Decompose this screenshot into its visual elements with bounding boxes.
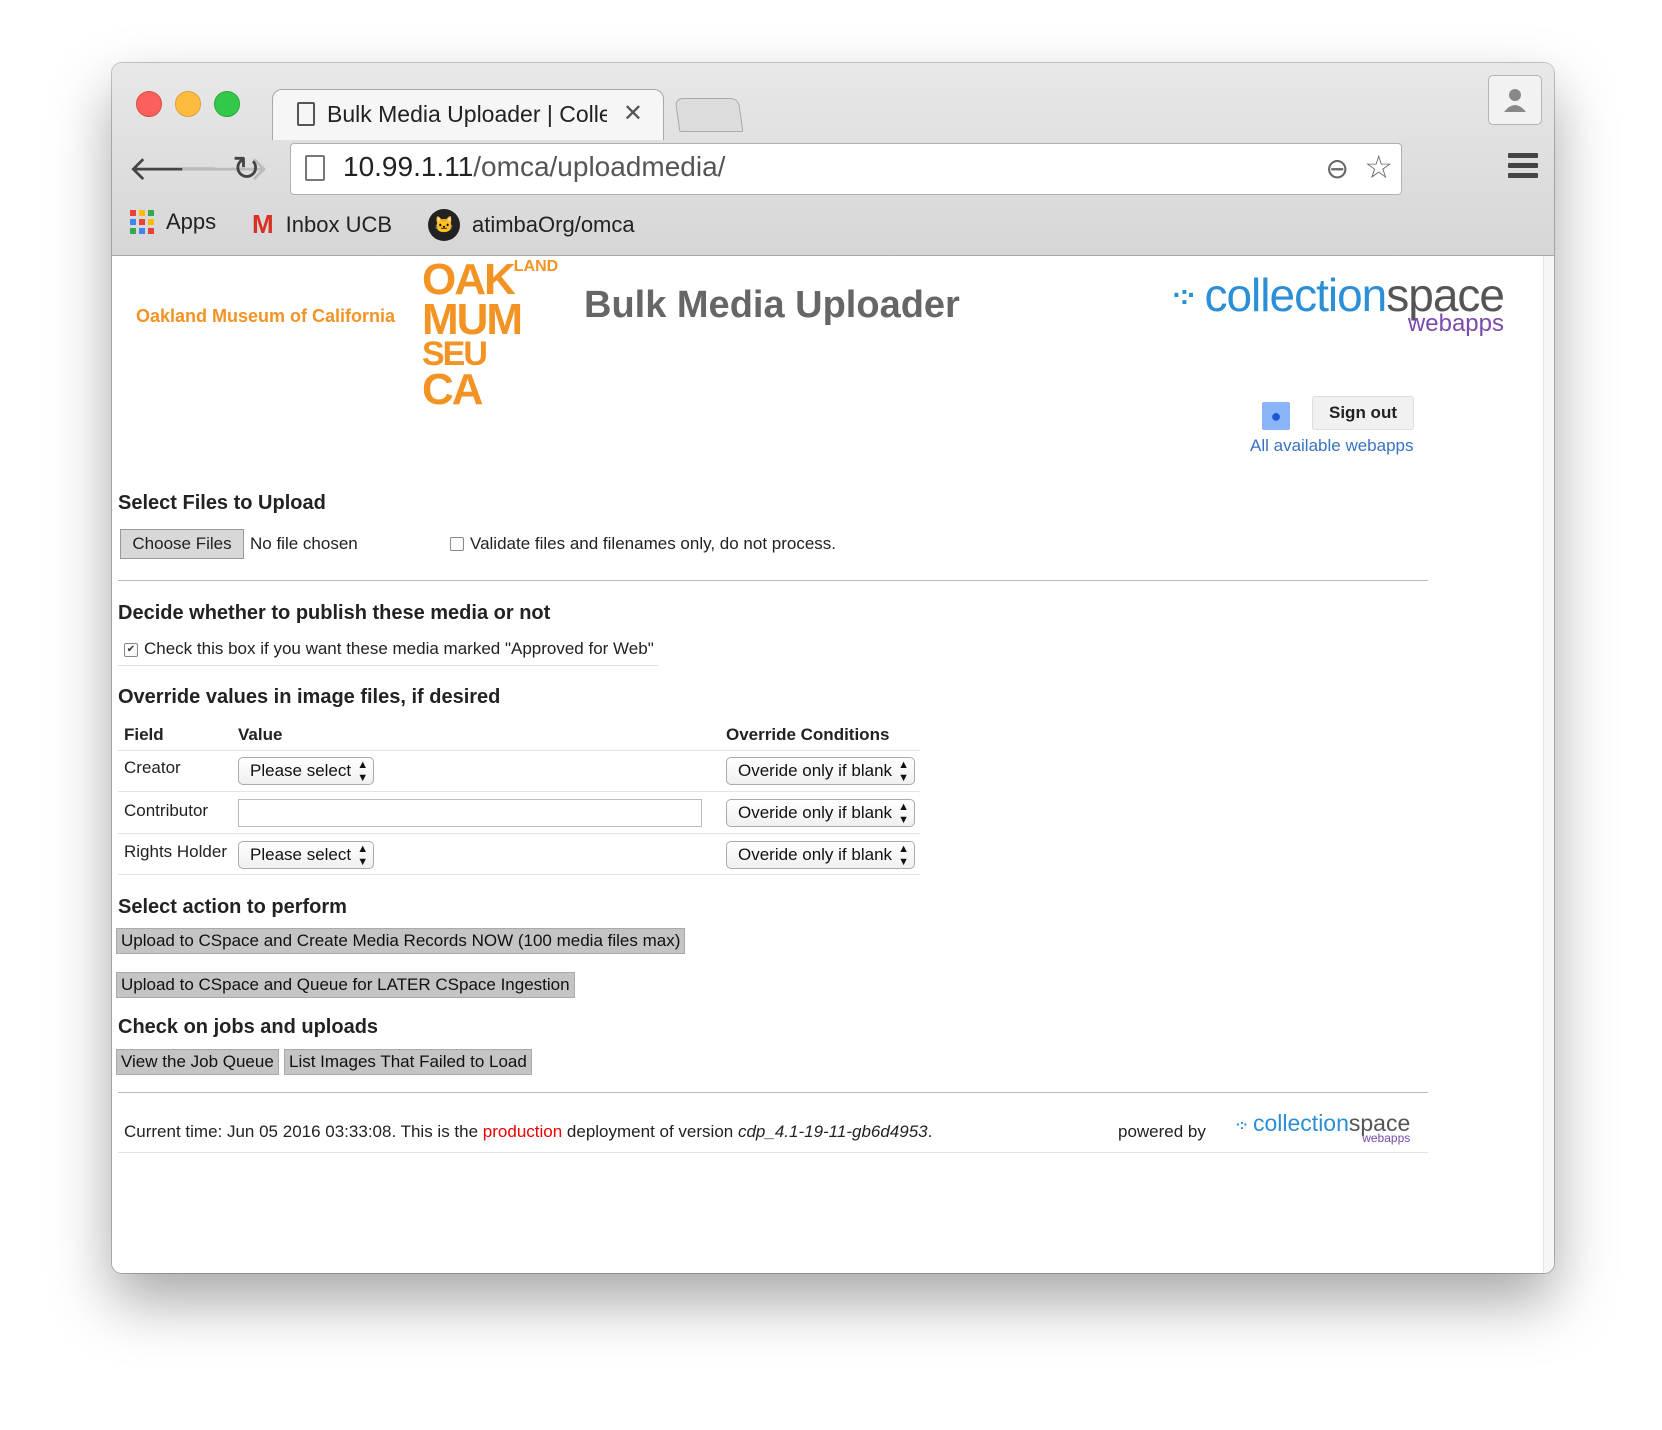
rights-holder-value-select[interactable]: Please select ▲ ▼ <box>238 841 375 869</box>
column-header-field: Field <box>124 725 164 744</box>
row-divider <box>118 791 920 792</box>
rights-holder-condition-select[interactable]: Overide only if blank ▲ ▼ <box>726 841 916 869</box>
cs-dots-icon: ·:· <box>1172 279 1196 310</box>
browser-chrome: Bulk Media Uploader | Colle ✕ 🡐 🡒 ↻ 10.9… <box>112 63 1554 256</box>
page-title: Bulk Media Uploader <box>584 284 960 326</box>
divider <box>118 665 658 666</box>
divider <box>118 1152 1428 1153</box>
sign-out-button[interactable]: Sign out <box>1312 396 1414 430</box>
all-webapps-link[interactable]: All available webapps <box>1250 436 1414 456</box>
divider <box>118 580 1428 581</box>
list-failed-images-button[interactable]: List Images That Failed to Load <box>284 1049 532 1075</box>
page-content: Oakland Museum of California OAKLAND MUM… <box>112 256 1544 1273</box>
choose-files-button[interactable]: Choose Files <box>120 529 244 559</box>
page-icon <box>305 155 325 181</box>
actions-heading: Select action to perform <box>118 896 347 918</box>
bookmarks-bar: Apps M Inbox UCB 🐱 atimbaOrg/omca <box>112 199 1554 255</box>
bookmark-label: atimbaOrg/omca <box>472 212 635 237</box>
select-files-heading: Select Files to Upload <box>118 492 326 514</box>
omca-logo: OAKLAND MUM SEU CA <box>422 256 559 414</box>
field-creator: Creator <box>124 758 181 777</box>
new-tab-button[interactable] <box>674 98 744 132</box>
contributor-condition-select[interactable]: Overide only if blank ▲ ▼ <box>726 799 916 827</box>
approve-label: Check this box if you want these media m… <box>144 639 654 658</box>
browser-tab-active[interactable]: Bulk Media Uploader | Colle ✕ <box>272 89 664 140</box>
cs-dots-icon: ·:· <box>1236 1115 1248 1132</box>
address-bar[interactable]: 10.99.1.11/omca/uploadmedia/ ⊖ ☆ <box>290 143 1402 195</box>
footer-status: Current time: Jun 05 2016 03:33:08. This… <box>124 1122 933 1141</box>
creator-condition-select[interactable]: Overide only if blank ▲ ▼ <box>726 757 916 785</box>
toolbar: 🡐 🡒 ↻ 10.99.1.11/omca/uploadmedia/ ⊖ ☆ <box>112 139 1554 199</box>
close-window-button[interactable] <box>136 91 162 117</box>
tab-title: Bulk Media Uploader | Colle <box>327 101 607 127</box>
tab-close-icon[interactable]: ✕ <box>623 99 643 128</box>
vertical-scrollbar[interactable] <box>1543 256 1554 1273</box>
powered-by-label: powered by <box>1118 1122 1206 1141</box>
collectionspace-logo[interactable]: ·:· collectionspace webapps <box>1172 268 1505 338</box>
version-label: cdp_4.1-19-11-gb6d4953 <box>737 1122 928 1141</box>
publish-heading: Decide whether to publish these media or… <box>118 602 551 624</box>
gmail-icon: M <box>252 209 274 239</box>
column-header-conditions: Override Conditions <box>726 725 890 744</box>
museum-name: Oakland Museum of California <box>136 306 396 326</box>
reload-icon[interactable]: ↻ <box>232 149 261 189</box>
validate-label: Validate files and filenames only, do no… <box>470 534 837 553</box>
url-path: /omca/uploadmedia/ <box>473 151 726 182</box>
divider <box>118 1092 1428 1093</box>
bookmark-label: Inbox UCB <box>285 211 393 237</box>
bookmark-apps[interactable]: Apps <box>130 209 216 235</box>
field-rights-holder: Rights Holder <box>124 842 227 861</box>
url-host: 10.99.1.11 <box>343 151 474 182</box>
environment-label: production <box>482 1122 563 1141</box>
bookmark-label: Apps <box>166 209 217 234</box>
row-divider <box>118 833 920 834</box>
upload-later-button[interactable]: Upload to CSpace and Queue for LATER CSp… <box>116 972 575 998</box>
creator-value-select[interactable]: Please select ▲ ▼ <box>238 757 375 785</box>
row-divider <box>118 750 920 751</box>
collectionspace-footer-logo[interactable]: ·:· collectionspace webapps <box>1236 1110 1410 1145</box>
profile-button[interactable] <box>1488 75 1542 125</box>
document-icon <box>297 102 315 126</box>
user-avatar-icon: ● <box>1262 402 1290 430</box>
contributor-value-input[interactable] <box>238 799 702 827</box>
jobs-heading: Check on jobs and uploads <box>118 1016 379 1038</box>
apps-grid-icon <box>130 210 154 234</box>
zoom-window-button[interactable] <box>214 91 240 117</box>
zoom-icon[interactable]: ⊖ <box>1326 152 1349 185</box>
browser-window: Bulk Media Uploader | Colle ✕ 🡐 🡒 ↻ 10.9… <box>112 63 1554 1273</box>
row-divider <box>118 874 920 875</box>
column-header-value: Value <box>238 725 283 744</box>
no-file-label: No file chosen <box>250 534 358 553</box>
view-job-queue-button[interactable]: View the Job Queue <box>116 1049 279 1075</box>
minimize-window-button[interactable] <box>175 91 201 117</box>
approve-checkbox[interactable]: ✔ <box>124 643 138 657</box>
person-icon <box>1504 89 1526 112</box>
url-text[interactable]: 10.99.1.11/omca/uploadmedia/ <box>343 151 725 183</box>
override-heading: Override values in image files, if desir… <box>118 686 501 708</box>
bookmark-github[interactable]: 🐱 atimbaOrg/omca <box>428 209 635 241</box>
github-icon: 🐱 <box>428 209 460 241</box>
bookmark-star-icon[interactable]: ☆ <box>1364 148 1393 186</box>
bookmark-inbox[interactable]: M Inbox UCB <box>252 209 392 240</box>
validate-checkbox[interactable] <box>450 537 464 551</box>
menu-hamburger-icon[interactable] <box>1508 153 1538 183</box>
field-contributor: Contributor <box>124 801 209 820</box>
upload-now-button[interactable]: Upload to CSpace and Create Media Record… <box>116 928 686 954</box>
